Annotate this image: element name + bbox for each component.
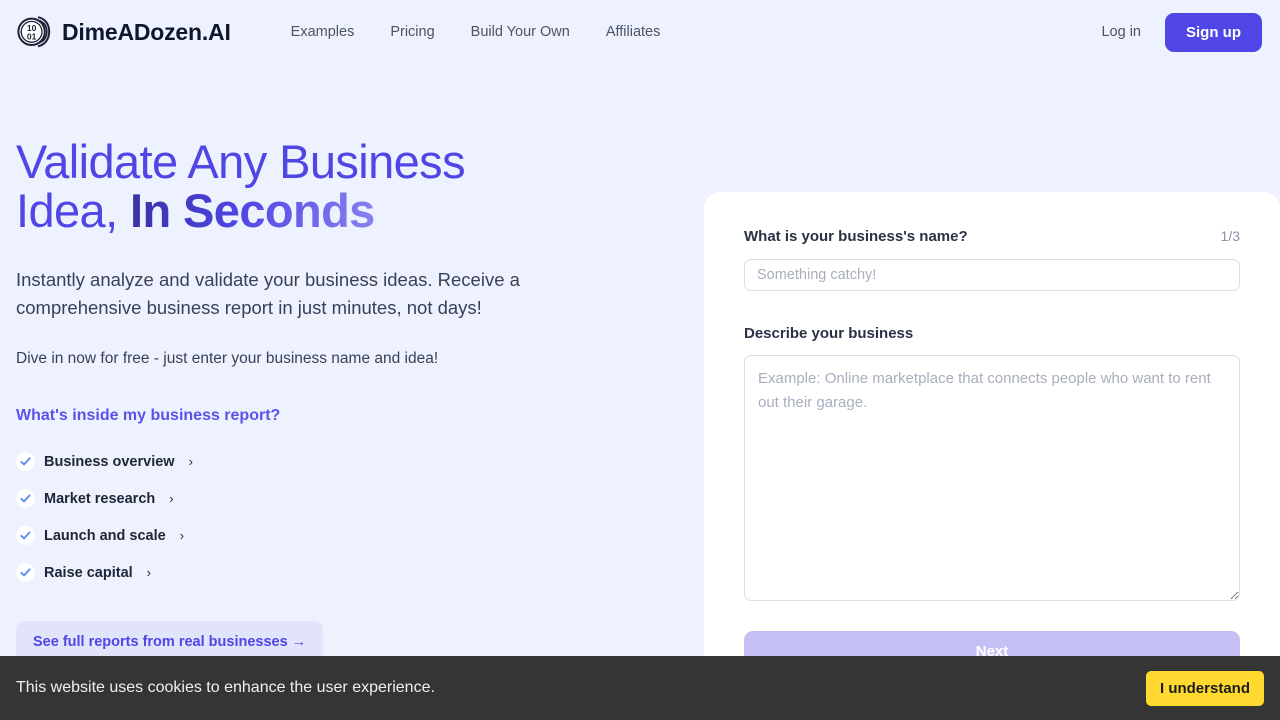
hero-note: Dive in now for free - just enter your b…: [16, 350, 439, 368]
chevron-right-icon: ›: [188, 454, 193, 470]
binary-coin-icon: 10 01: [16, 14, 52, 50]
nav-item-build-your-own[interactable]: Build Your Own: [453, 16, 588, 48]
list-item[interactable]: Raise capital ›: [16, 554, 151, 591]
header-actions: Log in Sign up: [1087, 12, 1262, 52]
page-title: Validate Any Business Idea, In Seconds: [16, 137, 546, 237]
site-header: 10 01 DimeADozen.AI Examples Pricing Bui…: [0, 0, 1280, 64]
business-description-textarea[interactable]: [744, 355, 1240, 601]
list-item-label: Launch and scale: [44, 527, 166, 544]
business-name-input[interactable]: [744, 259, 1240, 291]
check-icon: [16, 563, 35, 583]
nav-item-examples[interactable]: Examples: [273, 16, 373, 48]
list-item-label: Raise capital: [44, 564, 133, 581]
page-body: Validate Any Business Idea, In Seconds I…: [0, 64, 1280, 705]
brand-logo-link[interactable]: 10 01 DimeADozen.AI: [16, 14, 231, 50]
signup-button[interactable]: Sign up: [1165, 12, 1262, 52]
login-link[interactable]: Log in: [1087, 16, 1155, 48]
cookie-accept-button[interactable]: I understand: [1145, 670, 1264, 706]
nav-item-affiliates[interactable]: Affiliates: [588, 16, 679, 48]
chevron-right-icon: ›: [146, 565, 152, 581]
nav-item-pricing[interactable]: Pricing: [372, 16, 452, 48]
check-icon: [16, 526, 35, 546]
business-description-label: Describe your business: [744, 325, 914, 342]
business-name-field-header: What is your business's name? 1/3: [744, 228, 1240, 245]
list-item[interactable]: Business overview ›: [16, 443, 193, 480]
business-name-label: What is your business's name?: [744, 228, 968, 245]
chevron-right-icon: ›: [169, 491, 174, 507]
report-contents-heading: What's inside my business report?: [16, 407, 281, 425]
list-item[interactable]: Market research ›: [16, 480, 174, 517]
hero-subtitle: Instantly analyze and validate your busi…: [16, 268, 520, 319]
hero-section: Validate Any Business Idea, In Seconds I…: [16, 64, 656, 664]
hero-title-accent: In Seconds: [130, 183, 375, 237]
business-form-card: What is your business's name? 1/3 Descri…: [704, 192, 1280, 705]
cookie-consent-banner: This website uses cookies to enhance the…: [0, 656, 1280, 720]
cookie-message: This website uses cookies to enhance the…: [16, 679, 435, 696]
check-icon: [16, 489, 35, 509]
check-icon: [16, 452, 35, 472]
list-item-label: Business overview: [44, 453, 175, 470]
chevron-right-icon: ›: [179, 528, 185, 544]
step-counter: 1/3: [1220, 228, 1240, 244]
main-nav: Examples Pricing Build Your Own Affiliat…: [273, 16, 679, 48]
brand-name: DimeADozen.AI: [62, 18, 231, 45]
list-item[interactable]: Launch and scale ›: [16, 517, 184, 554]
report-contents-list: Business overview › Market research › La…: [16, 443, 656, 591]
logo-bottom-digits: 01: [27, 31, 37, 41]
list-item-label: Market research: [44, 490, 156, 507]
